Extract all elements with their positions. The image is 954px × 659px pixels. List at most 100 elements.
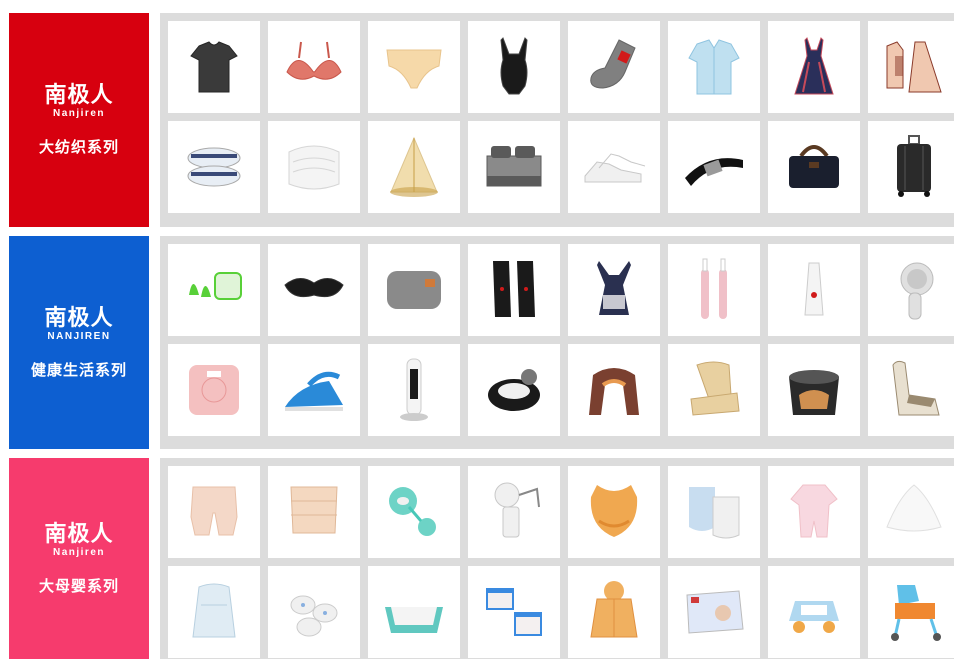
swaddle-icon [192,583,236,638]
product-card[interactable] [468,21,560,113]
product-card[interactable] [368,566,460,658]
product-card[interactable] [668,121,760,213]
product-card[interactable] [568,244,660,336]
product-card[interactable] [168,466,260,558]
brand-name-cn: 南极人 [44,304,114,331]
product-card[interactable] [768,344,860,436]
earplugs-icon [189,272,242,300]
product-card[interactable] [268,121,360,213]
lumbar-cushion-icon [690,361,740,416]
mosquito-net-icon [390,136,438,197]
product-catalog: 南极人 Nanjiren 大纺织系列 南极人 NANJIREN 健康生活系列 南… [0,0,954,659]
product-card[interactable] [468,244,560,336]
product-card[interactable] [868,21,954,113]
electric-toothbrush-icon [701,258,727,319]
bedding-set-icon [486,146,542,187]
face-brush-icon [900,262,934,320]
series-title: 大母婴系列 [38,576,119,595]
diapers-icon [686,590,744,634]
product-card[interactable] [668,566,760,658]
product-card[interactable] [268,244,360,336]
brand-name-en: NANJIREN [47,330,111,342]
product-card[interactable] [268,466,360,558]
brand-logo: 南极人 NANJIREN [44,306,113,343]
brand-logo: 南极人 Nanjiren [44,522,113,559]
steam-iron-icon [285,371,343,411]
breast-pump-icon [494,482,540,538]
product-card[interactable] [168,121,260,213]
shirt-icon [688,39,740,95]
product-grid-health-living [160,236,954,449]
section-health-living: 南极人 NANJIREN 健康生活系列 [0,236,954,449]
product-card[interactable] [268,21,360,113]
product-card[interactable] [868,566,954,658]
eye-mask-icon [284,278,344,298]
product-card[interactable] [568,466,660,558]
product-card[interactable] [768,566,860,658]
product-card[interactable] [368,244,460,336]
duvet-icon [288,145,340,190]
shapewear-icon [500,37,528,95]
kids-underwear-icon [486,588,542,636]
product-card[interactable] [668,244,760,336]
maternity-shorts-icon [190,486,238,536]
dress-icon [794,37,834,95]
sneaker-icon [584,153,646,183]
baby-bathtub-icon [385,607,443,633]
product-card[interactable] [768,21,860,113]
baby-socks-icon [290,595,338,637]
baby-bib-icon [590,485,638,537]
product-card[interactable] [468,344,560,436]
foot-bath-icon [789,370,839,415]
section-textiles: 南极人 Nanjiren 大纺织系列 [0,13,954,227]
kids-jacket-icon [590,581,638,638]
brand-name-cn: 南极人 [44,82,114,108]
product-grid-maternity-baby [160,458,954,659]
product-card[interactable] [868,466,954,558]
bra-icon [286,41,342,80]
product-card[interactable] [368,344,460,436]
product-card[interactable] [468,121,560,213]
baby-walker-icon [891,585,941,641]
product-card[interactable] [168,21,260,113]
product-card[interactable] [568,566,660,658]
product-card[interactable] [268,566,360,658]
product-card[interactable] [868,344,954,436]
product-card[interactable] [168,566,260,658]
product-card[interactable] [768,244,860,336]
product-card[interactable] [368,21,460,113]
product-card[interactable] [568,21,660,113]
leg-massager-icon [488,369,540,411]
product-card[interactable] [368,466,460,558]
series-title: 健康生活系列 [30,360,127,379]
product-card[interactable] [468,566,560,658]
product-card[interactable] [568,121,660,213]
body-scale-icon [189,365,239,415]
tower-fan-icon [400,358,428,421]
knee-brace-icon [493,261,535,317]
product-card[interactable] [868,121,954,213]
product-card[interactable] [868,244,954,336]
product-card[interactable] [268,344,360,436]
series-panel-textiles[interactable]: 南极人 Nanjiren 大纺织系列 [9,13,149,227]
product-card[interactable] [568,344,660,436]
postpartum-belt-icon [290,486,338,534]
product-card[interactable] [468,466,560,558]
product-card[interactable] [768,466,860,558]
series-panel-maternity-baby[interactable]: 南极人 Nanjiren 大母婴系列 [9,458,149,659]
series-panel-health-living[interactable]: 南极人 NANJIREN 健康生活系列 [9,236,149,449]
heating-pad-icon [387,271,441,309]
product-card[interactable] [668,466,760,558]
handbag-icon [789,145,839,188]
pacifier-icon [389,487,436,536]
product-card[interactable] [168,344,260,436]
brand-logo: 南极人 Nanjiren [44,83,113,120]
product-card[interactable] [668,21,760,113]
tshirt-icon [190,41,238,93]
posture-corrector-icon [597,261,631,315]
product-card[interactable] [768,121,860,213]
product-card[interactable] [668,344,760,436]
product-card[interactable] [168,244,260,336]
product-card[interactable] [368,121,460,213]
baby-hat-icon [886,484,942,532]
